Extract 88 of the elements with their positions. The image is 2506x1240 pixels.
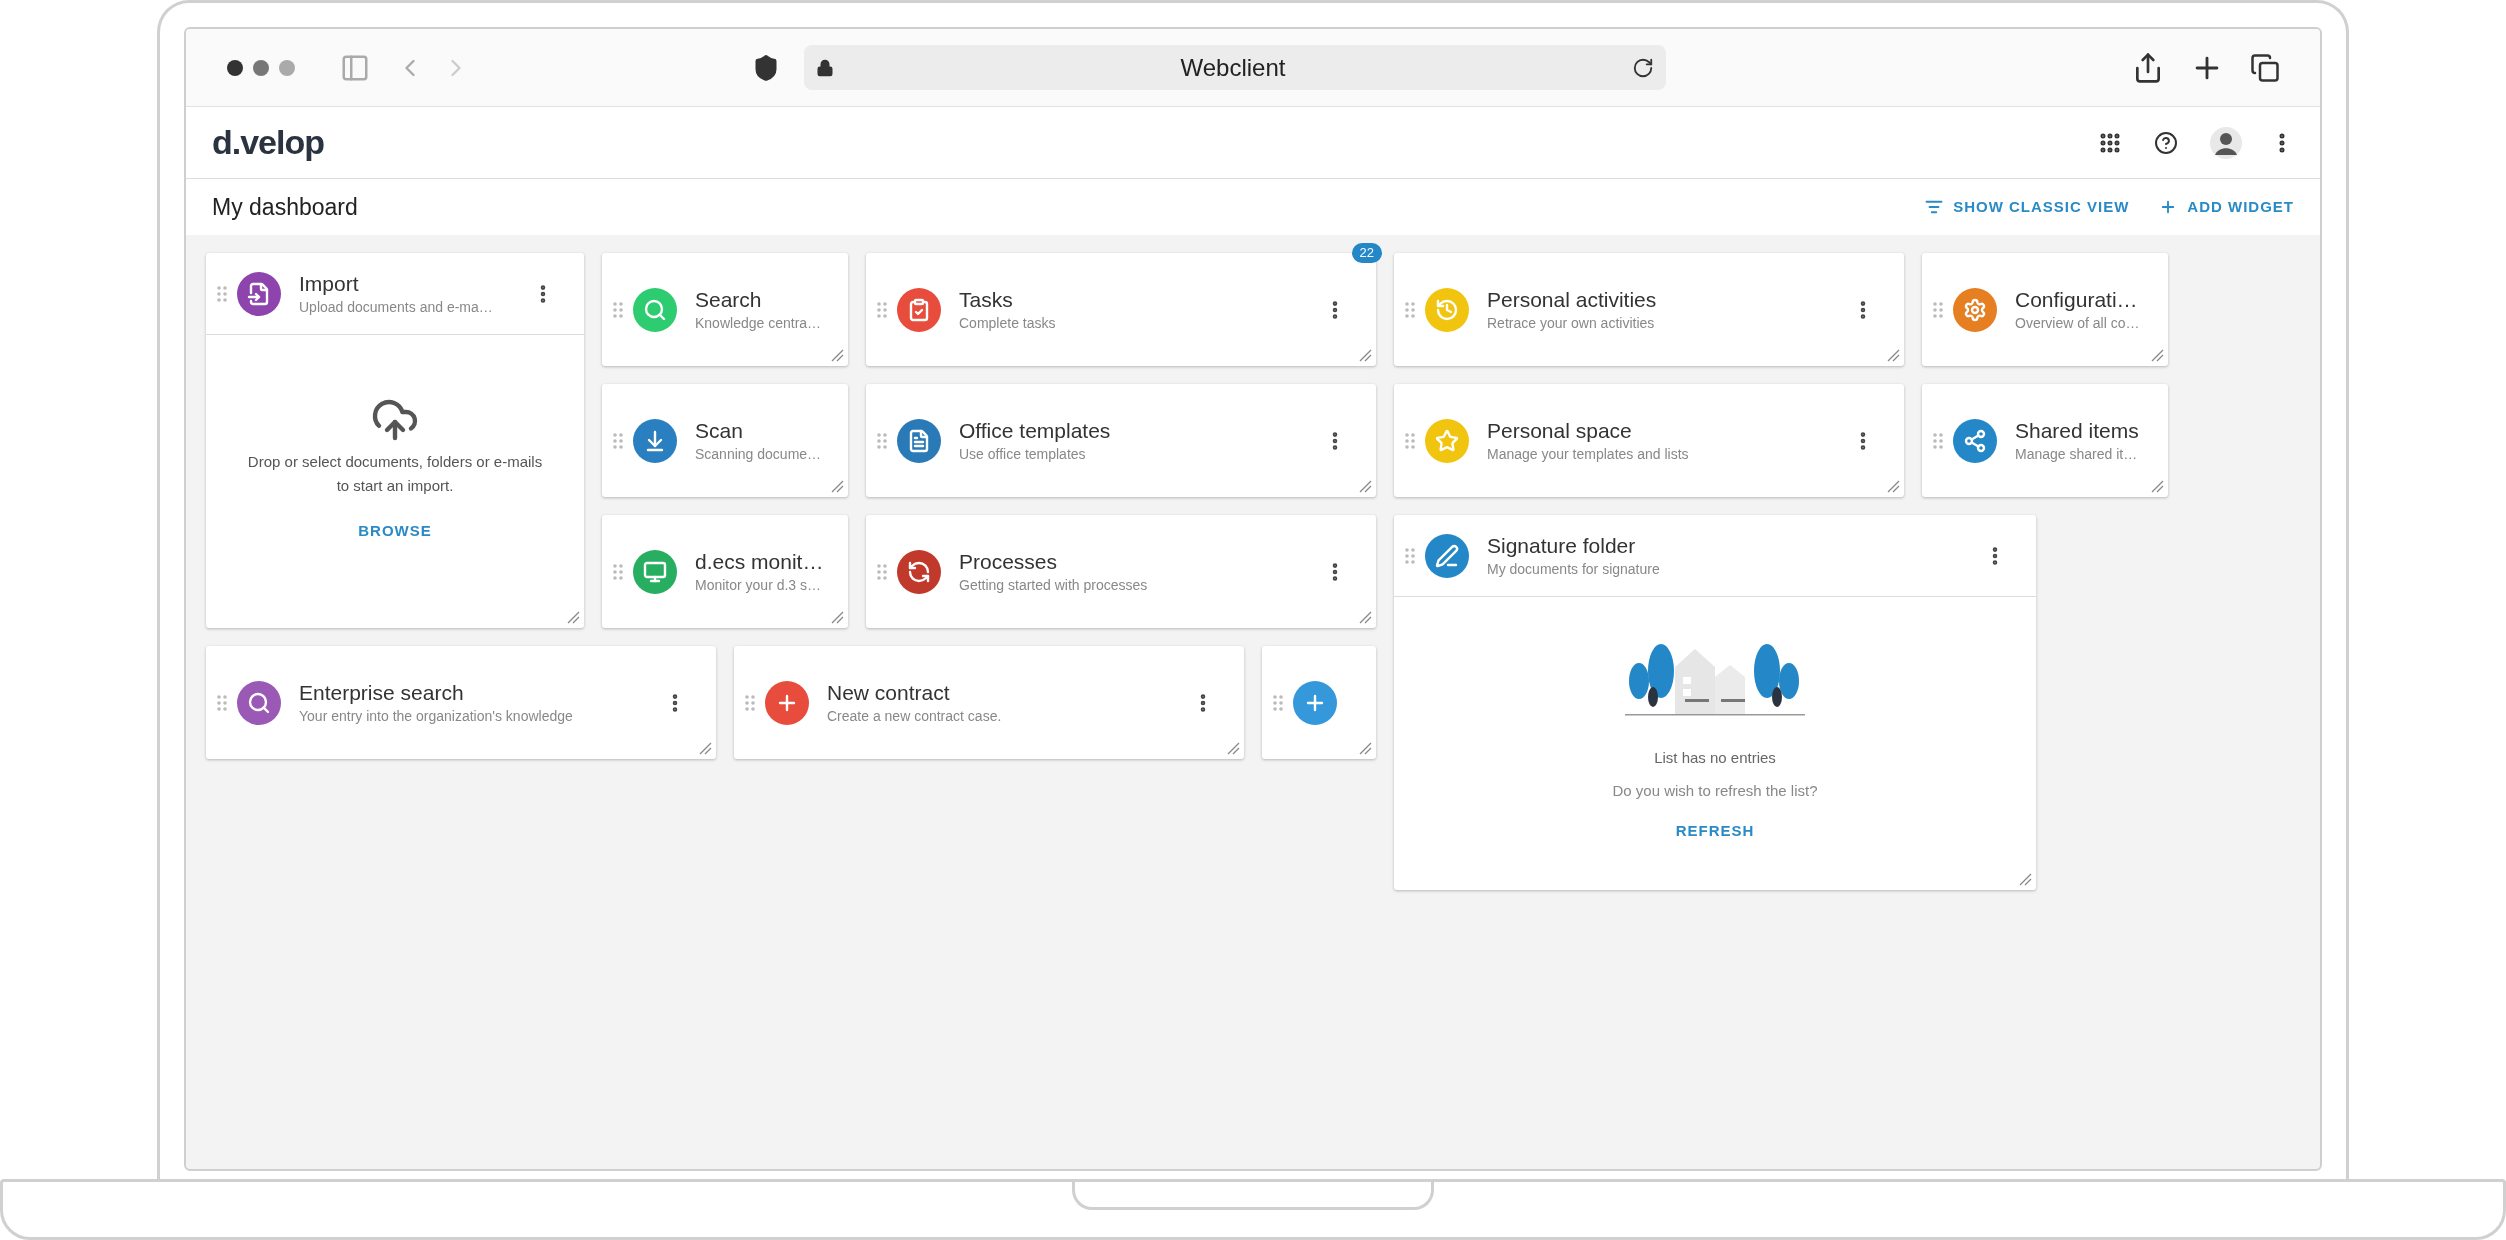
widget-subtitle: Getting started with processes (959, 575, 1149, 595)
resize-grip-icon[interactable] (1358, 610, 1372, 624)
widget-subtitle: Your entry into the organization's knowledge (299, 706, 574, 726)
browse-button[interactable]: BROWSE (348, 516, 442, 547)
resize-grip-icon[interactable] (1358, 479, 1372, 493)
widget-subtitle: Retrace your own activities (1487, 313, 1656, 333)
widget-subtitle: Scanning docume… (695, 444, 823, 464)
resize-grip-icon[interactable] (830, 479, 844, 493)
drag-handle-icon[interactable] (613, 432, 623, 449)
widget-subtitle: Use office templates (959, 444, 1087, 464)
resize-grip-icon[interactable] (1358, 741, 1372, 755)
widget-title: Office templates (959, 417, 1112, 444)
widget-card[interactable]: Personal activities Retrace your own activities (1394, 253, 1904, 366)
count-badge: 22 (1351, 243, 1382, 263)
resize-grip-icon[interactable] (1886, 479, 1900, 493)
resize-grip-icon[interactable] (1226, 741, 1240, 755)
widget-card[interactable]: Personal space Manage your templates and lists (1394, 384, 1904, 497)
logo: d.velop (212, 122, 325, 163)
widget-card[interactable]: Enterprise search Your entry into the organization's knowledge (206, 646, 716, 759)
widget-subtitle: Create a new contract case. (827, 706, 1003, 726)
drag-handle-icon[interactable] (1405, 301, 1415, 318)
widget-title: Signature folder (1487, 532, 1637, 559)
widget-card[interactable]: Office templates Use office templates (866, 384, 1376, 497)
resize-grip-icon[interactable] (1886, 348, 1900, 362)
resize-grip-icon[interactable] (2018, 872, 2032, 886)
widget-card[interactable]: Shared items Manage shared it… (1922, 384, 2168, 497)
widget-title: Scan (695, 417, 744, 444)
resize-grip-icon[interactable] (830, 348, 844, 362)
import-hint: Drop or select documents, folders or e-mails to start an import. (246, 452, 544, 497)
refresh-button[interactable]: REFRESH (1665, 816, 1765, 847)
drag-handle-icon[interactable] (877, 301, 887, 318)
widget-subtitle: Monitor your d.3 s… (695, 575, 823, 595)
drag-handle-icon[interactable] (217, 285, 227, 302)
tabs-icon[interactable] (2250, 52, 2280, 83)
widget-title: Import (299, 270, 360, 297)
widget-title: Personal space (1487, 417, 1633, 444)
widget-card[interactable]: New contract Create a new contract case. (734, 646, 1244, 759)
list-icon (1925, 198, 1944, 216)
lock-icon (816, 58, 834, 77)
drag-handle-icon[interactable] (1933, 301, 1943, 318)
drag-handle-icon[interactable] (1405, 547, 1415, 564)
page-title: My dashboard (212, 192, 358, 222)
resize-grip-icon[interactable] (698, 741, 712, 755)
drag-handle-icon[interactable] (217, 694, 227, 711)
window-controls-icon[interactable] (226, 58, 296, 77)
drag-handle-icon[interactable] (1405, 432, 1415, 449)
widget-title: Enterprise search (299, 679, 465, 706)
widget-subtitle: My documents for signature (1487, 559, 1661, 579)
widget-card[interactable]: Search Knowledge centra… (602, 253, 848, 366)
reload-icon[interactable] (1632, 56, 1654, 79)
widget-title: Personal activities (1487, 286, 1658, 313)
widget-card[interactable] (1262, 646, 1376, 759)
help-icon[interactable] (2154, 130, 2178, 155)
widget-subtitle: Manage shared it… (2015, 444, 2139, 464)
drag-handle-icon[interactable] (1273, 694, 1283, 711)
widget-subtitle: Upload documents and e-ma… (299, 297, 494, 317)
resize-grip-icon[interactable] (2150, 479, 2164, 493)
address-bar[interactable]: Webclient (804, 45, 1666, 90)
drag-handle-icon[interactable] (877, 563, 887, 580)
widget-title: Search (695, 286, 763, 313)
drag-handle-icon[interactable] (877, 432, 887, 449)
widget-subtitle: Knowledge centra… (695, 313, 823, 333)
toolbar-button[interactable]: ADD WIDGET (2159, 195, 2294, 219)
widget-title: Configurati… (2015, 286, 2139, 313)
widget-title: Processes (959, 548, 1059, 575)
drag-handle-icon[interactable] (745, 694, 755, 711)
widget-card[interactable]: Configurati… Overview of all co… (1922, 253, 2168, 366)
widget-subtitle: Overview of all co… (2015, 313, 2141, 333)
empty-text: Do you wish to refresh the list? (1612, 780, 1818, 801)
resize-grip-icon[interactable] (1358, 348, 1372, 362)
drag-handle-icon[interactable] (613, 301, 623, 318)
avatar[interactable] (2210, 126, 2242, 159)
resize-grip-icon[interactable] (566, 610, 580, 624)
widget-title: Tasks (959, 286, 1014, 313)
resize-grip-icon[interactable] (830, 610, 844, 624)
widget-subtitle: Complete tasks (959, 313, 1057, 333)
widget-card[interactable]: Scan Scanning docume… (602, 384, 848, 497)
widget-card[interactable]: Processes Getting started with processes (866, 515, 1376, 628)
widget-card[interactable]: d.ecs monit… Monitor your d.3 s… (602, 515, 848, 628)
widget-title: Shared items (2015, 417, 2140, 444)
widget-title: New contract (827, 679, 951, 706)
resize-grip-icon[interactable] (2150, 348, 2164, 362)
drag-handle-icon[interactable] (613, 563, 623, 580)
toolbar-button[interactable]: SHOW CLASSIC VIEW (1925, 195, 2130, 219)
widget-title: d.ecs monit… (695, 548, 825, 575)
drag-handle-icon[interactable] (1933, 432, 1943, 449)
widget-subtitle: Manage your templates and lists (1487, 444, 1690, 464)
empty-title: List has no entries (1654, 748, 1776, 768)
